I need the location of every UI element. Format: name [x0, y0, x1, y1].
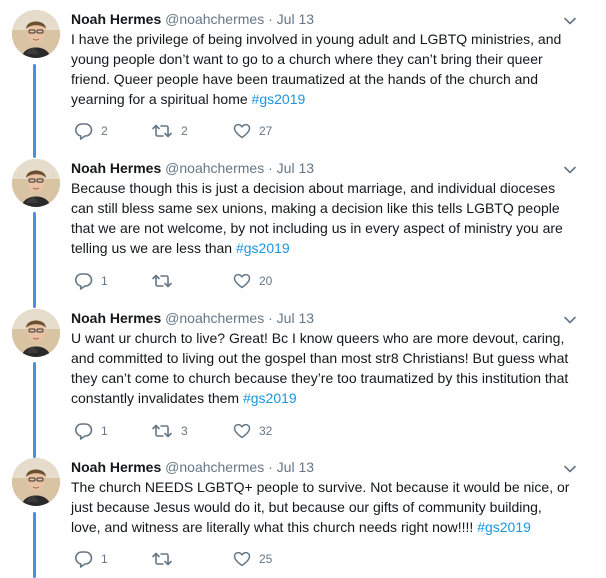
like-count: 20: [259, 274, 273, 288]
reply-icon: [74, 272, 93, 290]
chevron-down-icon[interactable]: [562, 14, 578, 26]
author-name[interactable]: Noah Hermes: [71, 160, 161, 176]
chevron-down-icon[interactable]: [562, 163, 578, 175]
author-name[interactable]: Noah Hermes: [71, 459, 161, 475]
author-handle[interactable]: @noahchermes: [165, 459, 264, 475]
hashtag-link[interactable]: #gs2019: [243, 390, 297, 406]
tweet-text: The church NEEDS LGBTQ+ people to surviv…: [71, 479, 570, 535]
tweet-text: I have the privilege of being involved i…: [71, 31, 562, 107]
tweet-text: U want ur church to live? Great! Bc I kn…: [71, 330, 569, 406]
author-handle[interactable]: @noahchermes: [165, 160, 264, 176]
like-button[interactable]: 32: [233, 420, 272, 442]
tweet-header: Noah Hermes @noahchermes · Jul 13: [71, 458, 314, 476]
chevron-down-icon[interactable]: [562, 462, 578, 474]
separator: ·: [268, 11, 273, 27]
separator: ·: [268, 459, 273, 475]
like-button[interactable]: 25: [233, 548, 272, 570]
tweet-date[interactable]: Jul 13: [277, 459, 314, 475]
hashtag-link[interactable]: #gs2019: [252, 91, 306, 107]
reply-icon: [74, 550, 93, 568]
tweet-actions: 1 20: [71, 270, 371, 292]
separator: ·: [268, 160, 273, 176]
avatar[interactable]: [12, 458, 60, 506]
tweet-actions: 1 3 32: [71, 420, 371, 442]
author-name[interactable]: Noah Hermes: [71, 310, 161, 326]
heart-icon: [233, 551, 251, 567]
tweet-date[interactable]: Jul 13: [277, 310, 314, 326]
tweet-text: Because though this is just a decision a…: [71, 180, 563, 256]
tweet-date[interactable]: Jul 13: [277, 11, 314, 27]
tweet-header: Noah Hermes @noahchermes · Jul 13: [71, 159, 314, 177]
thread-line: [33, 64, 36, 158]
like-count: 25: [259, 552, 273, 566]
reply-button[interactable]: 1: [74, 270, 108, 292]
heart-icon: [233, 123, 251, 139]
tweet-actions: 2 2 27: [71, 120, 371, 142]
like-button[interactable]: 27: [233, 120, 272, 142]
reply-count: 1: [101, 424, 108, 438]
author-name[interactable]: Noah Hermes: [71, 11, 161, 27]
reply-icon: [74, 422, 93, 440]
retweet-button[interactable]: 3: [151, 420, 188, 442]
retweet-icon: [151, 423, 173, 439]
retweet-icon: [151, 273, 173, 289]
reply-count: 1: [101, 274, 108, 288]
reply-button[interactable]: 1: [74, 420, 108, 442]
hashtag-link[interactable]: #gs2019: [477, 519, 531, 535]
heart-icon: [233, 423, 251, 439]
chevron-down-icon[interactable]: [562, 313, 578, 325]
reply-button[interactable]: 1: [74, 548, 108, 570]
retweet-button[interactable]: [151, 548, 181, 570]
tweet-header: Noah Hermes @noahchermes · Jul 13: [71, 309, 314, 327]
tweet-date[interactable]: Jul 13: [277, 160, 314, 176]
retweet-icon: [151, 551, 173, 567]
like-count: 32: [259, 424, 273, 438]
thread-line: [33, 212, 36, 308]
retweet-button[interactable]: 2: [151, 120, 188, 142]
retweet-count: 3: [181, 424, 188, 438]
like-count: 27: [259, 124, 273, 138]
retweet-icon: [151, 123, 173, 139]
hashtag-link[interactable]: #gs2019: [236, 240, 290, 256]
avatar[interactable]: [12, 159, 60, 207]
reply-count: 1: [101, 552, 108, 566]
retweet-count: 2: [181, 124, 188, 138]
tweet-header: Noah Hermes @noahchermes · Jul 13: [71, 10, 314, 28]
reply-count: 2: [101, 124, 108, 138]
avatar[interactable]: [12, 309, 60, 357]
avatar[interactable]: [12, 10, 60, 58]
thread-line: [33, 362, 36, 458]
thread-line: [33, 512, 36, 578]
reply-icon: [74, 122, 93, 140]
reply-button[interactable]: 2: [74, 120, 108, 142]
like-button[interactable]: 20: [233, 270, 272, 292]
author-handle[interactable]: @noahchermes: [165, 310, 264, 326]
tweet-actions: 1 25: [71, 548, 371, 570]
author-handle[interactable]: @noahchermes: [165, 11, 264, 27]
heart-icon: [233, 273, 251, 289]
separator: ·: [268, 310, 273, 326]
retweet-button[interactable]: [151, 270, 181, 292]
